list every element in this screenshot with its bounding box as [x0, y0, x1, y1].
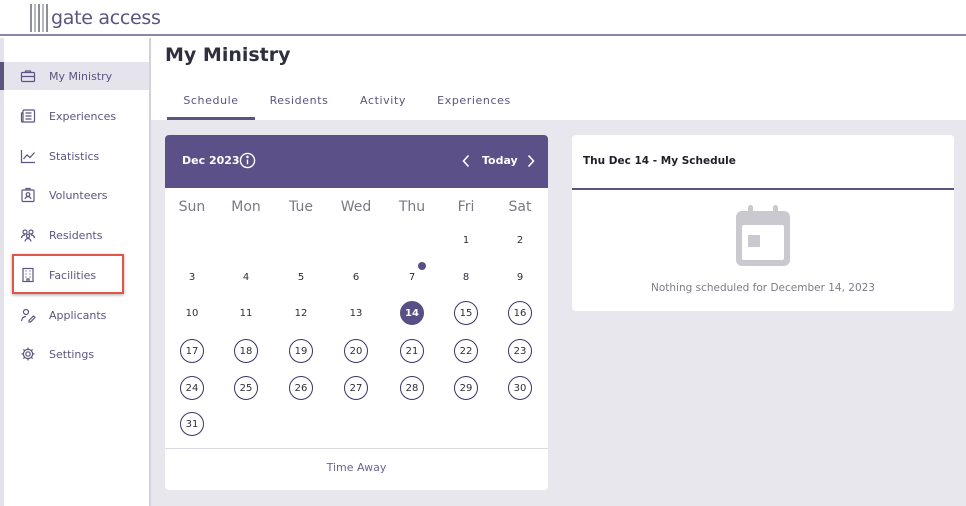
- schedule-card: Thu Dec 14 - My Schedule Nothing schedul…: [572, 135, 954, 311]
- weekday-label: Tue: [289, 199, 313, 215]
- weekday-label: Thu: [398, 199, 426, 215]
- calendar-day[interactable]: 15: [454, 301, 478, 325]
- schedule-header-underline: [572, 188, 954, 190]
- sidebar-item-label: Applicants: [49, 308, 107, 322]
- chevron-left-icon[interactable]: [461, 154, 471, 168]
- tab-activity[interactable]: Activity: [343, 90, 423, 120]
- tab-residents[interactable]: Residents: [263, 90, 335, 120]
- calendar-day[interactable]: 14: [400, 301, 424, 325]
- calendar-card: Dec 2023 Today Sun Mon Tue Wed Thu Fri Sat 123…: [165, 135, 548, 490]
- weekday-label: Sat: [508, 199, 532, 215]
- calendar-day[interactable]: 21: [400, 339, 424, 363]
- sidebar-item-experiences[interactable]: Experiences: [4, 102, 149, 130]
- tab-label: Residents: [269, 94, 329, 107]
- event-indicator-dot: [418, 262, 426, 270]
- people-icon: [20, 229, 36, 242]
- calendar-day[interactable]: 31: [180, 412, 204, 436]
- sidebar-item-label: Statistics: [49, 149, 100, 163]
- calendar-day[interactable]: 1: [454, 228, 478, 252]
- weekday-label: Sun: [178, 199, 206, 215]
- main-content: My Ministry Schedule Residents Activity …: [151, 38, 966, 506]
- sidebar-item-residents[interactable]: Residents: [4, 221, 149, 249]
- page-title: My Ministry: [165, 44, 291, 66]
- tab-label: Experiences: [437, 94, 511, 107]
- sidebar-item-label: Settings: [49, 347, 95, 361]
- calendar-day[interactable]: 25: [234, 376, 258, 400]
- sidebar-item-statistics[interactable]: Statistics: [4, 142, 149, 170]
- calendar-day[interactable]: 19: [289, 339, 313, 363]
- calendar-month-label: Dec 2023: [182, 154, 240, 167]
- facilities-highlight-box: [12, 254, 124, 294]
- calendar-day[interactable]: 22: [454, 339, 478, 363]
- calendar-day[interactable]: 20: [344, 339, 368, 363]
- top-bar: gate access: [0, 0, 966, 36]
- calendar-day[interactable]: 11: [234, 301, 258, 325]
- schedule-title: Thu Dec 14 - My Schedule: [583, 155, 736, 167]
- newspaper-icon: [20, 109, 36, 123]
- weekday-label: Fri: [457, 199, 475, 215]
- sidebar-item-applicants[interactable]: Applicants: [4, 301, 149, 329]
- weekday-label: Mon: [231, 199, 261, 215]
- sidebar-item-volunteers[interactable]: Volunteers: [4, 181, 149, 209]
- calendar-day[interactable]: 12: [289, 301, 313, 325]
- calendar-day[interactable]: 9: [508, 265, 532, 289]
- calendar-day[interactable]: 26: [289, 376, 313, 400]
- tab-schedule[interactable]: Schedule: [167, 90, 255, 120]
- calendar-day[interactable]: 10: [180, 301, 204, 325]
- weekday-label: Wed: [340, 199, 372, 215]
- gear-icon: [21, 347, 35, 361]
- sidebar-item-label: My Ministry: [49, 69, 113, 83]
- calendar-header: Dec 2023 Today: [165, 135, 548, 188]
- chevron-right-icon[interactable]: [526, 154, 536, 168]
- tab-experiences[interactable]: Experiences: [431, 90, 517, 120]
- calendar-day[interactable]: 3: [180, 265, 204, 289]
- tab-label: Schedule: [183, 94, 239, 107]
- tab-label: Activity: [360, 94, 406, 107]
- gate-access-logo[interactable]: gate access: [30, 4, 161, 32]
- sidebar-item-label: Residents: [49, 228, 103, 242]
- calendar-day[interactable]: 17: [180, 339, 204, 363]
- empty-schedule-message: Nothing scheduled for December 14, 2023: [650, 282, 875, 294]
- calendar-day[interactable]: 6: [344, 265, 368, 289]
- calendar-day[interactable]: 24: [180, 376, 204, 400]
- calendar-day[interactable]: 29: [454, 376, 478, 400]
- calendar-day[interactable]: 23: [508, 339, 532, 363]
- id-badge-icon: [21, 187, 35, 203]
- logo-mark-icon: [30, 4, 48, 32]
- divider: [165, 448, 548, 449]
- time-away-link[interactable]: Time Away: [165, 461, 548, 474]
- today-button[interactable]: Today: [482, 154, 518, 167]
- user-pen-icon: [20, 308, 36, 323]
- logo-text: gate access: [51, 7, 161, 29]
- calendar-day[interactable]: 28: [400, 376, 424, 400]
- calendar-day[interactable]: 4: [234, 265, 258, 289]
- info-icon[interactable]: [239, 152, 256, 169]
- briefcase-icon: [20, 70, 36, 83]
- sidebar-item-label: Experiences: [49, 109, 117, 123]
- sidebar-item-label: Volunteers: [49, 188, 108, 202]
- chart-line-icon: [20, 150, 35, 164]
- calendar-day[interactable]: 27: [344, 376, 368, 400]
- calendar-icon: [736, 205, 790, 266]
- calendar-day[interactable]: 30: [508, 376, 532, 400]
- calendar-day[interactable]: 16: [508, 301, 532, 325]
- calendar-day[interactable]: 2: [508, 228, 532, 252]
- calendar-day[interactable]: 5: [289, 265, 313, 289]
- sidebar-item-my-ministry[interactable]: My Ministry: [0, 62, 149, 90]
- sidebar-item-settings[interactable]: Settings: [4, 340, 149, 368]
- calendar-day[interactable]: 18: [234, 339, 258, 363]
- calendar-day[interactable]: 8: [454, 265, 478, 289]
- calendar-day[interactable]: 13: [344, 301, 368, 325]
